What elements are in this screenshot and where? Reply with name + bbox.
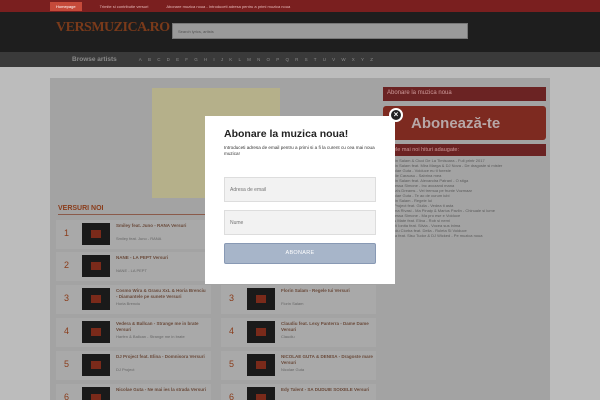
email-field[interactable] (224, 177, 376, 202)
close-icon[interactable]: × (389, 108, 403, 122)
modal-title: Abonare la muzica noua! (224, 128, 349, 140)
name-field[interactable] (224, 210, 376, 235)
modal-description: Introduceti adresa de email pentru a pri… (224, 145, 375, 156)
page: Homepage Trimite si contributie versuri … (0, 0, 600, 400)
subscribe-submit-button[interactable]: ABONARE (224, 243, 376, 264)
subscribe-modal: Abonare la muzica noua! Introduceti adre… (205, 116, 395, 284)
